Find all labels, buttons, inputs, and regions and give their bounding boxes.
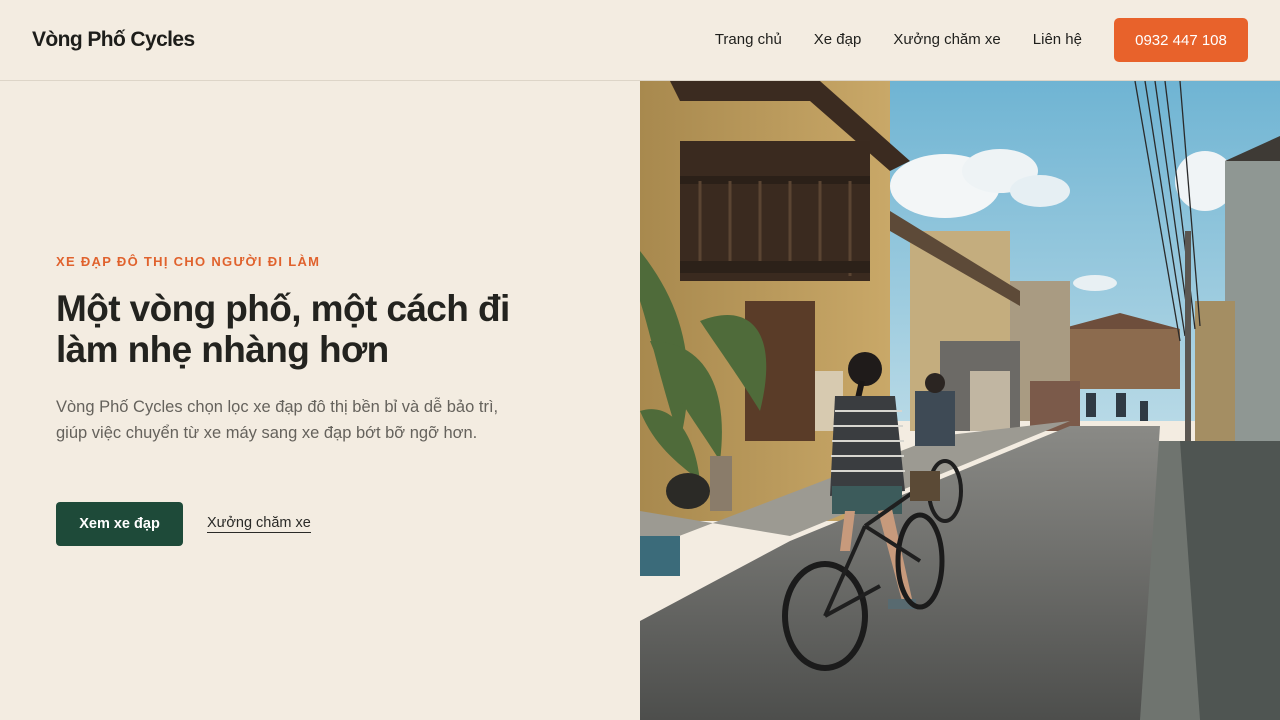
hero-headline: Một vòng phố, một cách đi làm nhẹ nhàng … [56, 288, 510, 370]
main-nav: Trang chủ Xe đạp Xưởng chăm xe Liên hệ [715, 31, 1082, 48]
nav-link-home[interactable]: Trang chủ [715, 31, 782, 48]
workshop-link[interactable]: Xưởng chăm xe [207, 515, 311, 533]
nav-link-workshop[interactable]: Xưởng chăm xe [893, 31, 1000, 48]
hero-lead: Vòng Phố Cycles chọn lọc xe đạp đô thị b… [56, 398, 499, 442]
view-bikes-button[interactable]: Xem xe đạp [56, 502, 183, 546]
phone-button[interactable]: 0932 447 108 [1114, 18, 1248, 62]
site-header: Vòng Phố Cycles Trang chủ Xe đạp Xưởng c… [0, 0, 1280, 81]
nav-link-bikes[interactable]: Xe đạp [814, 31, 862, 48]
nav-link-contact[interactable]: Liên hệ [1033, 31, 1082, 48]
hero-content: XE ĐẠP ĐÔ THỊ CHO NGƯỜI ĐI LÀM Một vòng … [0, 81, 640, 720]
hero-photo [640, 81, 1280, 720]
hero-eyebrow: XE ĐẠP ĐÔ THỊ CHO NGƯỜI ĐI LÀM [56, 254, 321, 269]
brand-logo[interactable]: Vòng Phố Cycles [32, 28, 195, 52]
